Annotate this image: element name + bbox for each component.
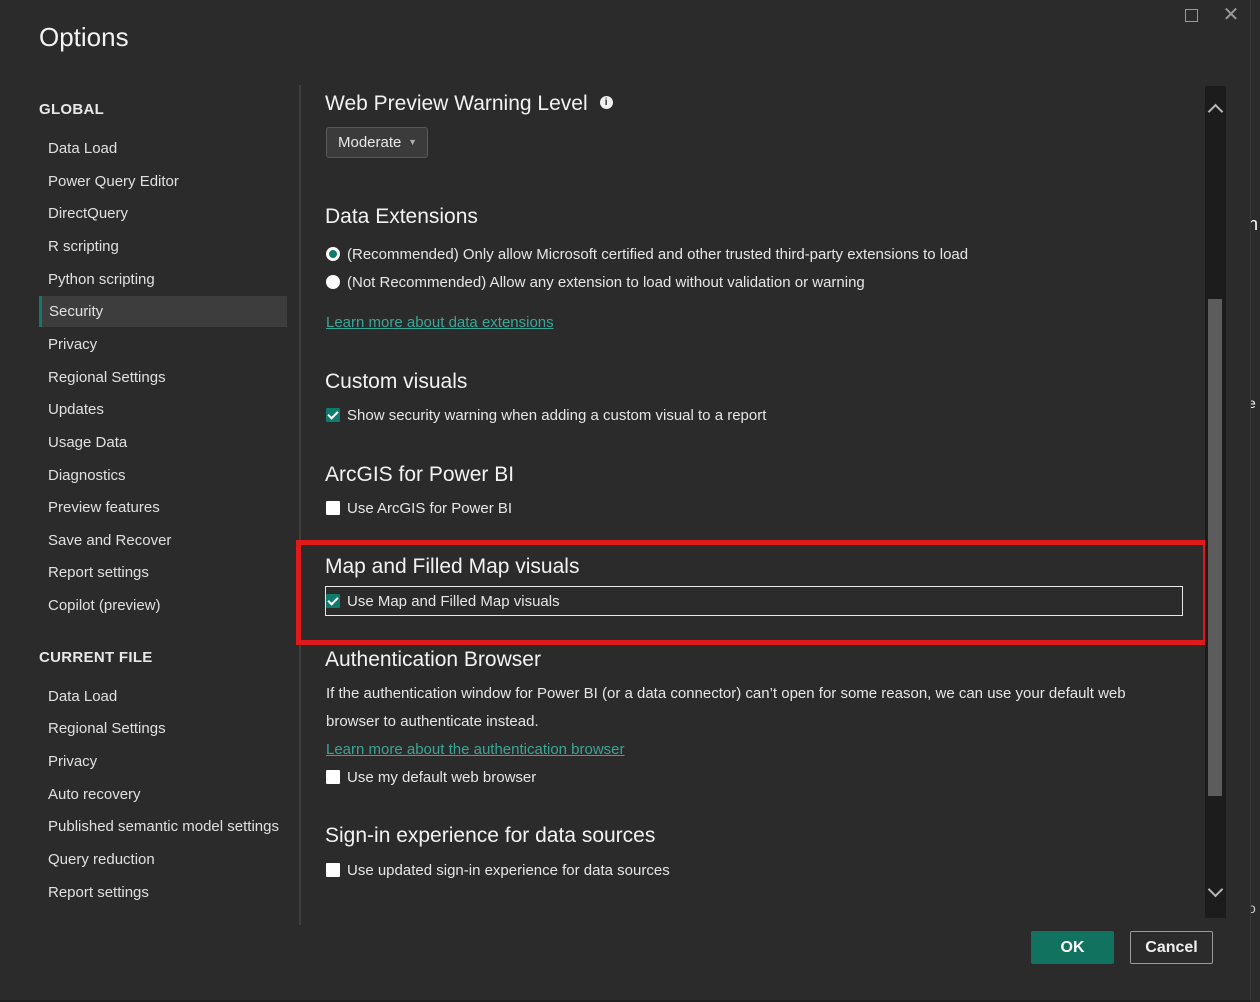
- nav-item-preview-features[interactable]: Preview features: [39, 492, 287, 523]
- radio-recommended[interactable]: (Recommended) Only allow Microsoft certi…: [326, 245, 968, 265]
- nav-item-security[interactable]: Security: [39, 296, 287, 327]
- close-icon[interactable]: ✕: [1220, 4, 1242, 26]
- web-preview-dropdown[interactable]: Moderate ▼: [326, 127, 428, 158]
- dialog-title: Options: [39, 22, 129, 52]
- settings-content: Web Preview Warning Level i Moderate ▼ Da…: [325, 80, 1205, 915]
- nav-item-privacy[interactable]: Privacy: [39, 329, 287, 360]
- nav-item-directquery[interactable]: DirectQuery: [39, 198, 287, 229]
- radio-unselected-icon[interactable]: [326, 275, 340, 290]
- nav-heading-current-file: CURRENT FILE: [39, 649, 153, 666]
- checkbox-updated-signin[interactable]: Use updated sign-in experience for data …: [326, 861, 670, 881]
- nav-item-copilot-preview[interactable]: Copilot (preview): [39, 590, 287, 621]
- nav-item-diagnostics[interactable]: Diagnostics: [39, 460, 287, 491]
- section-title-web-preview: Web Preview Warning Level i: [325, 92, 613, 116]
- chevron-down-icon[interactable]: [1205, 881, 1226, 902]
- section-title-custom-visuals: Custom visuals: [325, 370, 468, 393]
- checkbox-default-browser[interactable]: Use my default web browser: [326, 768, 536, 788]
- auth-browser-description: If the authentication window for Power B…: [326, 685, 1126, 730]
- nav-item-usage-data[interactable]: Usage Data: [39, 427, 287, 458]
- checkbox-unchecked-icon[interactable]: [326, 501, 340, 516]
- link-data-extensions[interactable]: Learn more about data extensions: [326, 314, 554, 331]
- nav-item-data-load[interactable]: Data Load: [39, 133, 287, 164]
- link-auth-browser[interactable]: Learn more about the authentication brow…: [326, 741, 625, 758]
- nav-item-file-regional-settings[interactable]: Regional Settings: [39, 713, 287, 744]
- red-highlight-box: [296, 540, 1208, 645]
- background-app-strip: n e i o: [1248, 0, 1260, 1002]
- radio-selected-icon[interactable]: [326, 247, 340, 262]
- checkbox-arcgis[interactable]: Use ArcGIS for Power BI: [326, 499, 512, 519]
- info-icon[interactable]: i: [599, 95, 613, 109]
- section-title-arcgis: ArcGIS for Power BI: [325, 463, 515, 486]
- ok-button[interactable]: OK: [1031, 931, 1114, 964]
- content-scrollbar[interactable]: [1205, 86, 1226, 918]
- nav-divider: [299, 85, 301, 925]
- section-title-auth-browser: Authentication Browser: [325, 648, 541, 671]
- nav-heading-global: GLOBAL: [39, 101, 105, 118]
- checkbox-checked-icon[interactable]: [326, 408, 340, 423]
- scroll-thumb[interactable]: [1208, 299, 1222, 796]
- nav-item-report-settings[interactable]: Report settings: [39, 557, 287, 588]
- nav-item-file-query-reduction[interactable]: Query reduction: [39, 844, 287, 875]
- nav-item-regional-settings[interactable]: Regional Settings: [39, 362, 287, 393]
- nav-item-file-auto-recovery[interactable]: Auto recovery: [39, 779, 287, 810]
- maximize-icon[interactable]: [1180, 4, 1202, 26]
- nav-item-file-published-semantic-model[interactable]: Published semantic model settings: [39, 811, 287, 842]
- checkbox-custom-visuals-warning[interactable]: Show security warning when adding a cust…: [326, 406, 766, 426]
- section-title-signin: Sign-in experience for data sources: [325, 824, 656, 847]
- chevron-up-icon[interactable]: [1205, 100, 1226, 120]
- nav-item-power-query-editor[interactable]: Power Query Editor: [39, 166, 287, 197]
- nav-item-save-and-recover[interactable]: Save and Recover: [39, 525, 287, 556]
- checkbox-unchecked-icon[interactable]: [326, 863, 340, 878]
- nav-item-file-data-load[interactable]: Data Load: [39, 681, 287, 712]
- chevron-down-icon: ▼: [408, 137, 417, 147]
- cancel-button[interactable]: Cancel: [1130, 931, 1213, 964]
- radio-not-recommended[interactable]: (Not Recommended) Allow any extension to…: [326, 273, 865, 293]
- section-title-data-extensions: Data Extensions: [325, 205, 478, 228]
- nav-item-file-privacy[interactable]: Privacy: [39, 746, 287, 777]
- nav-item-python-scripting[interactable]: Python scripting: [39, 264, 287, 295]
- checkbox-unchecked-icon[interactable]: [326, 770, 340, 785]
- options-dialog: ✕ Options GLOBAL Data Load Power Query E…: [0, 0, 1251, 1000]
- nav-item-r-scripting[interactable]: R scripting: [39, 231, 287, 262]
- nav-item-updates[interactable]: Updates: [39, 394, 287, 425]
- nav-item-file-report-settings[interactable]: Report settings: [39, 877, 287, 908]
